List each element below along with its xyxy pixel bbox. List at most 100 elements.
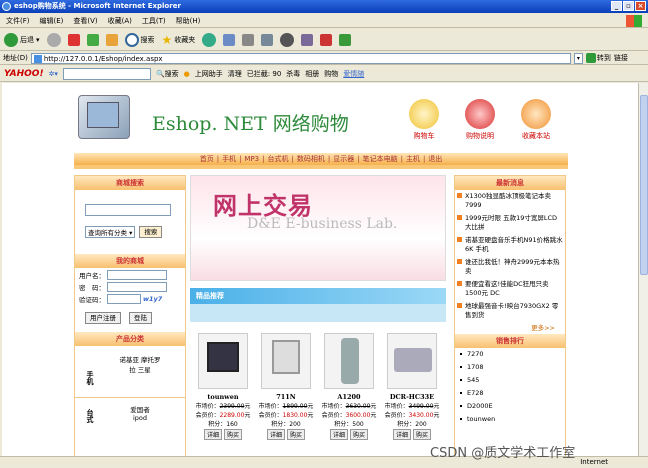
address-input[interactable]: http://127.0.0.1/Eshop/index.aspx bbox=[30, 52, 571, 64]
product-name[interactable]: tounwen bbox=[192, 393, 254, 401]
forward-button[interactable] bbox=[46, 32, 61, 47]
product-name[interactable]: DCR-HC33E bbox=[381, 393, 443, 401]
buy-button[interactable]: 购买 bbox=[224, 429, 243, 440]
links-button[interactable]: 链接 bbox=[614, 53, 628, 63]
buy-button[interactable]: 购买 bbox=[350, 429, 369, 440]
rank-item[interactable]: 1708 bbox=[455, 361, 565, 374]
news-item[interactable]: 地球最强音卡!映台7930GX2 零售到货 bbox=[455, 300, 565, 322]
nav-phone[interactable]: 手机 bbox=[222, 154, 236, 164]
home-button[interactable] bbox=[105, 33, 118, 46]
stop-button[interactable] bbox=[67, 33, 80, 46]
category-select[interactable]: 查询所有分类 ▾ bbox=[85, 226, 136, 238]
scrollbar-thumb[interactable] bbox=[640, 95, 648, 275]
address-dropdown[interactable]: ▾ bbox=[573, 52, 583, 64]
site-search-input[interactable] bbox=[85, 204, 171, 216]
yahoo-search-input[interactable] bbox=[62, 67, 151, 80]
menu-edit[interactable]: 编辑(E) bbox=[40, 16, 64, 26]
menu-help[interactable]: 帮助(H) bbox=[176, 16, 201, 26]
monitor-image[interactable] bbox=[261, 333, 311, 389]
buy-button[interactable]: 购买 bbox=[413, 429, 432, 440]
discuss-button[interactable] bbox=[280, 32, 295, 47]
category-desktop-brands[interactable]: 爱国者 ipod bbox=[95, 402, 185, 424]
watermark: CSDN @质文学术工作室 bbox=[430, 446, 576, 461]
username-input[interactable] bbox=[107, 270, 167, 280]
album-button[interactable]: 相册 bbox=[305, 69, 319, 79]
monitor-image[interactable] bbox=[198, 333, 248, 389]
clean-button[interactable]: 清理 bbox=[228, 69, 242, 79]
bookmark-site-button[interactable]: 收藏本站 bbox=[514, 99, 558, 141]
maximize-button[interactable]: ▫ bbox=[623, 1, 634, 11]
site-nav: 首页 | 手机 | MP3 | 台式机 | 数码相机 | 显示器 | 笔记本电脑 | 主机 | … bbox=[74, 153, 568, 165]
messenger-button[interactable] bbox=[301, 33, 314, 46]
category-phone-brands[interactable]: 诺基亚 摩托罗拉 三星 bbox=[95, 352, 185, 397]
product-name[interactable]: 711N bbox=[255, 393, 317, 401]
nav-home[interactable]: 首页 bbox=[200, 154, 214, 164]
menu-favorites[interactable]: 收藏(A) bbox=[108, 16, 132, 26]
favorites-button[interactable]: ★ 收藏夹 bbox=[162, 33, 196, 47]
print-button[interactable] bbox=[242, 33, 255, 46]
yahoo-mail-link[interactable]: 爱情随 bbox=[343, 69, 364, 79]
news-item[interactable]: 要便宜看这!佳能DC狂甩只卖1500元 DC bbox=[455, 278, 565, 300]
yahoo-search-button[interactable]: 🔍搜索 bbox=[156, 69, 179, 79]
refresh-button[interactable] bbox=[86, 33, 99, 46]
category-phone-label: 手机 bbox=[86, 370, 94, 385]
shop-button[interactable]: 购物 bbox=[324, 69, 338, 79]
window-title: eshop购物系统 - Microsoft Internet Explorer bbox=[14, 2, 181, 10]
rank-item[interactable]: tounwen bbox=[455, 413, 565, 426]
detail-button[interactable]: 详细 bbox=[266, 429, 285, 440]
rank-item[interactable]: 545 bbox=[455, 374, 565, 387]
yahoo-logo[interactable]: YAHOO! bbox=[4, 69, 44, 79]
password-input[interactable] bbox=[107, 282, 167, 292]
antivirus-button[interactable]: 杀毒 bbox=[286, 69, 300, 79]
search-section-heading: 商城搜索 bbox=[75, 176, 185, 190]
edit-button[interactable] bbox=[261, 33, 274, 46]
phone-image[interactable] bbox=[324, 333, 374, 389]
rank-item[interactable]: 7270 bbox=[455, 348, 565, 361]
minimize-button[interactable]: _ bbox=[611, 1, 622, 11]
nav-laptop[interactable]: 笔记本电脑 bbox=[363, 154, 398, 164]
shield-icon[interactable]: ● bbox=[184, 70, 190, 78]
rank-item[interactable]: E728 bbox=[455, 387, 565, 400]
mail-button[interactable] bbox=[223, 33, 236, 46]
news-item[interactable]: 谁还比我低！神舟2999元本本热卖 bbox=[455, 256, 565, 278]
back-button[interactable]: 后退 ▾ bbox=[4, 32, 40, 47]
question-icon bbox=[465, 99, 495, 129]
rank-item[interactable]: D2000E bbox=[455, 400, 565, 413]
close-button[interactable]: × bbox=[635, 1, 646, 11]
menu-tools[interactable]: 工具(T) bbox=[142, 16, 166, 26]
go-button[interactable]: 转到 bbox=[585, 53, 611, 63]
search-button[interactable]: 搜索 bbox=[124, 32, 155, 47]
settings-gear-icon[interactable]: ✲▾ bbox=[49, 70, 58, 78]
nav-logout[interactable]: 退出 bbox=[428, 154, 442, 164]
nav-desktop[interactable]: 台式机 bbox=[268, 154, 289, 164]
cart-button[interactable]: 购物车 bbox=[402, 99, 446, 141]
buy-button[interactable]: 购买 bbox=[287, 429, 306, 440]
history-button[interactable] bbox=[202, 32, 217, 47]
nav-camera[interactable]: 数码相机 bbox=[297, 154, 325, 164]
news-item[interactable]: X1300独显酷冰顶极笔记本卖7999 bbox=[455, 190, 565, 212]
captcha-input[interactable] bbox=[107, 294, 141, 304]
detail-button[interactable]: 详细 bbox=[203, 429, 222, 440]
nav-host[interactable]: 主机 bbox=[406, 154, 420, 164]
login-button[interactable]: 登陆 bbox=[129, 312, 152, 324]
nav-monitor[interactable]: 显示器 bbox=[333, 154, 354, 164]
nav-mp3[interactable]: MP3 bbox=[244, 155, 259, 163]
msn-button[interactable] bbox=[339, 33, 352, 46]
news-item[interactable]: 诺基亚硬盘音乐手机N91价格跳水6K 手机 bbox=[455, 234, 565, 256]
camcorder-image[interactable] bbox=[387, 333, 437, 389]
detail-button[interactable]: 详细 bbox=[392, 429, 411, 440]
menu-view[interactable]: 查看(V) bbox=[73, 16, 97, 26]
captcha-image[interactable]: w1y7 bbox=[143, 295, 162, 303]
online-helper-button[interactable]: 上网助手 bbox=[195, 69, 223, 79]
tool-button[interactable] bbox=[320, 33, 333, 46]
menu-file[interactable]: 文件(F) bbox=[6, 16, 30, 26]
register-button[interactable]: 用户注册 bbox=[85, 312, 121, 324]
news-item[interactable]: 1999元时限 五款19寸宽屏LCD大比拼 bbox=[455, 212, 565, 234]
site-search-button[interactable]: 搜索 bbox=[139, 226, 163, 238]
vertical-scrollbar[interactable] bbox=[638, 83, 648, 456]
popup-blocked-button[interactable]: 已拦截: 90 bbox=[247, 69, 282, 79]
news-more-link[interactable]: 更多>> bbox=[455, 322, 565, 332]
product-name[interactable]: A1200 bbox=[318, 393, 380, 401]
detail-button[interactable]: 详细 bbox=[329, 429, 348, 440]
shopping-help-button[interactable]: 购物说明 bbox=[458, 99, 502, 141]
